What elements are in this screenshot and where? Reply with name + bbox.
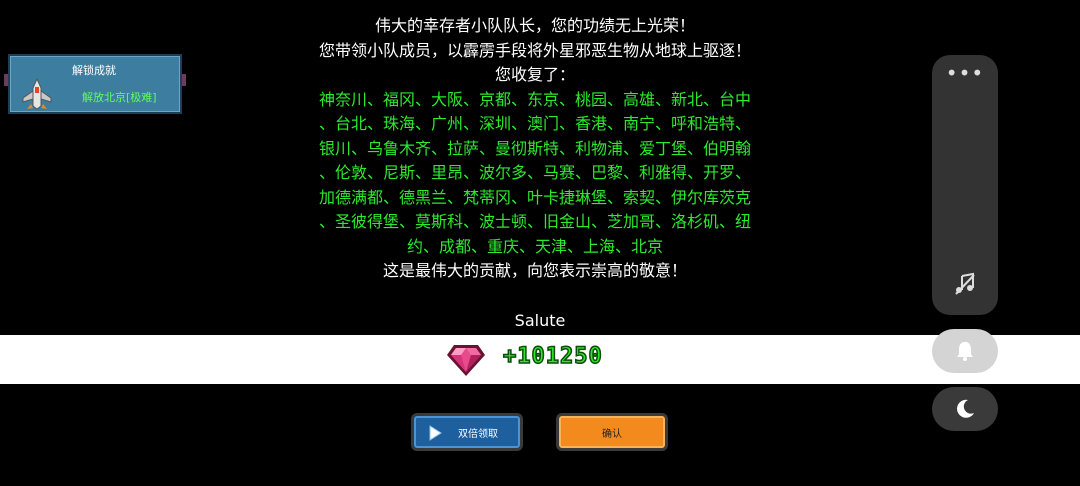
bell-icon: [957, 342, 973, 361]
double-claim-label: 双倍领取: [458, 428, 498, 440]
bell-button[interactable]: [932, 329, 998, 373]
moon-icon: [957, 399, 974, 418]
city-list-line: 银川、乌鲁木齐、拉萨、曼彻斯特、利物浦、爱丁堡、伯明翰: [318, 138, 751, 158]
double-claim-button[interactable]: 双倍领取: [411, 413, 523, 451]
message-line-1: 伟大的幸存者小队队长，您的功绩无上光荣！: [374, 16, 695, 35]
reward-amount: +101250: [502, 343, 603, 370]
message-line-2: 您带领小队成员，以霹雳手段将外星邪恶生物从地球上驱逐！: [318, 40, 751, 60]
achievement-toast: 解锁成就 解放北京[极难]: [8, 54, 182, 114]
city-list-line: 、伦敦、尼斯、里昂、波尔多、马赛、巴黎、利雅得、开罗、: [318, 163, 751, 182]
fighter-jet-badge-icon: [22, 78, 52, 110]
achievement-name: 解放北京[极难]: [82, 91, 157, 104]
music-off-icon[interactable]: [953, 272, 977, 296]
achievement-title: 解锁成就: [72, 64, 116, 77]
achievement-right-edge: [182, 74, 186, 86]
more-dots-icon[interactable]: •••: [932, 61, 998, 85]
victory-message: 伟大的幸存者小队队长，您的功绩无上光荣！ 您带领小队成员，以霹雳手段将外星邪恶生…: [300, 14, 770, 284]
city-list-line: 加德满都、德黑兰、梵蒂冈、叶卡捷琳堡、索契、伊尔库茨克: [318, 187, 751, 207]
message-closing: 这是最伟大的贡献，向您表示崇高的敬意！: [382, 261, 687, 280]
play-video-icon: [429, 425, 442, 441]
salute-label: Salute: [514, 311, 566, 330]
confirm-label: 确认: [602, 428, 622, 440]
pink-gem-icon: [447, 345, 485, 376]
city-list-line: 约、成都、重庆、天津、上海、北京: [406, 236, 663, 256]
side-panel: •••: [932, 55, 998, 315]
city-list-line: 、圣彼得堡、莫斯科、波士顿、旧金山、芝加哥、洛杉矶、纽: [318, 212, 751, 231]
message-line-3: 您收复了：: [494, 65, 575, 84]
confirm-button[interactable]: 确认: [556, 413, 668, 451]
city-list-line: 、台北、珠海、广州、深圳、澳门、香港、南宁、呼和浩特、: [318, 114, 751, 133]
moon-button[interactable]: [932, 387, 998, 431]
city-list-line: 神奈川、福冈、大阪、京都、东京、桃园、高雄、新北、台中: [318, 89, 751, 109]
